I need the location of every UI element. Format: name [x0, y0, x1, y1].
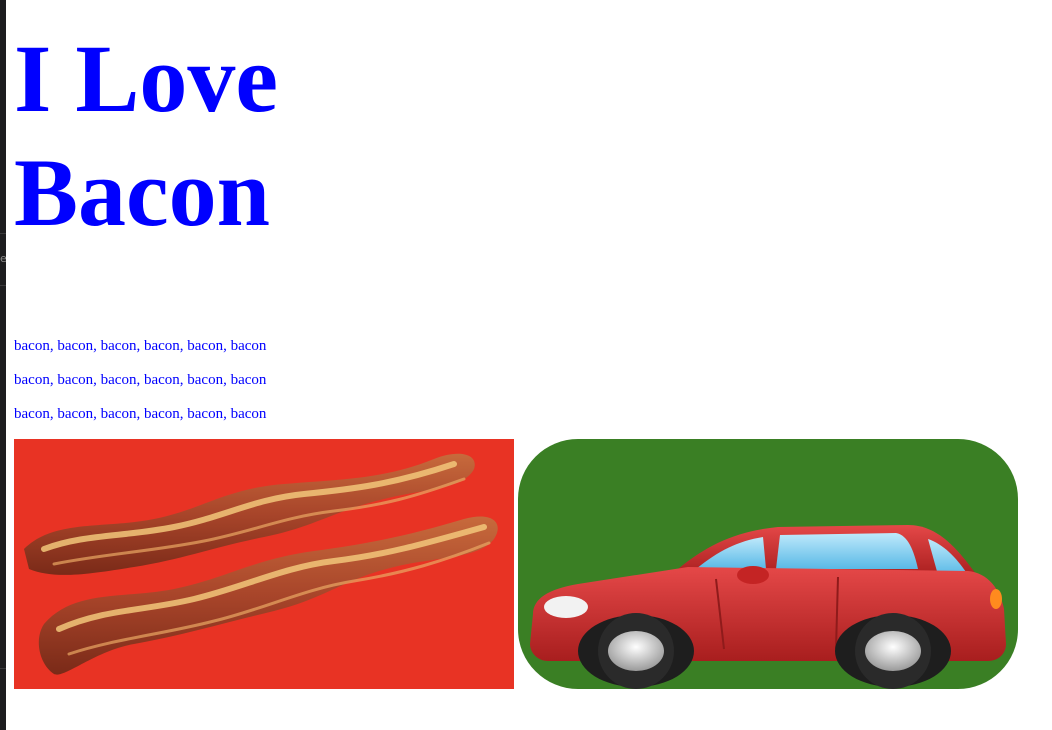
bacon-strips-icon — [24, 453, 498, 675]
bacon-image — [14, 439, 514, 689]
gutter-divider — [0, 668, 6, 669]
gutter-divider — [0, 233, 6, 234]
gutter-label: e — [0, 252, 6, 265]
bacon-paragraphs: bacon, bacon, bacon, bacon, bacon, bacon… — [14, 336, 266, 438]
bacon-paragraph: bacon, bacon, bacon, bacon, bacon, bacon — [14, 406, 267, 422]
car-icon — [530, 525, 1006, 689]
bacon-paragraph: bacon, bacon, bacon, bacon, bacon, bacon — [14, 372, 267, 388]
bacon-paragraph: bacon, bacon, bacon, bacon, bacon, bacon — [14, 338, 267, 354]
page-title-line-1: I Love — [14, 25, 278, 132]
gutter-divider — [0, 285, 6, 286]
left-gutter: e — [0, 0, 6, 730]
page-title: I Love Bacon — [14, 22, 334, 250]
image-row — [14, 439, 1018, 689]
car-image — [518, 439, 1018, 689]
page-title-line-2: Bacon — [14, 139, 271, 246]
